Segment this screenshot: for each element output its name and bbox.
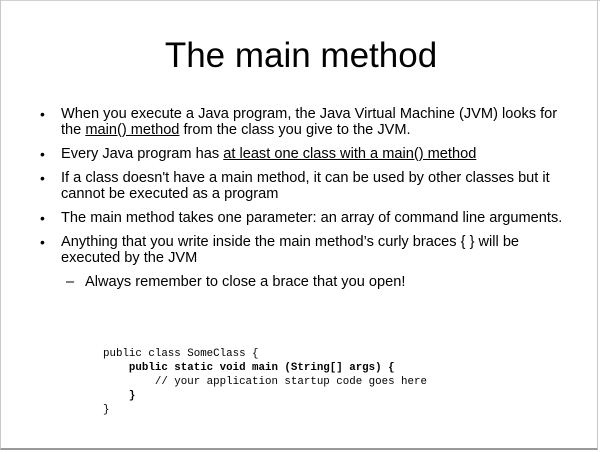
sub-bullet-item: Always remember to close a brace that yo… [61, 274, 567, 290]
slide: The main method When you execute a Java … [0, 0, 600, 450]
code-line: public class SomeClass { [103, 348, 259, 360]
bullet-item: Anything that you write inside the main … [37, 234, 567, 290]
top-border [1, 0, 600, 1]
code-comment-line: // your application startup code goes he… [103, 376, 427, 388]
underlined-text: main() method [85, 122, 180, 138]
code-block: public class SomeClass { public static v… [103, 347, 427, 417]
bullet-text: from the class you give to the JVM. [179, 122, 411, 138]
code-line: } [103, 404, 110, 416]
sub-bullet-text: Always remember to close a brace that yo… [85, 274, 406, 290]
code-line: public static void main (String[] args) … [103, 362, 395, 374]
bullet-text: If a class doesn't have a main method, i… [61, 170, 550, 202]
bullet-item: If a class doesn't have a main method, i… [37, 170, 567, 202]
bullet-item: When you execute a Java program, the Jav… [37, 106, 567, 138]
bullet-list: When you execute a Java program, the Jav… [37, 106, 567, 298]
bullet-item: Every Java program has at least one clas… [37, 146, 567, 162]
bullet-item: The main method takes one parameter: an … [37, 210, 567, 226]
bullet-text: Every Java program has [61, 146, 224, 162]
code-line: } [103, 390, 136, 402]
bullet-text: Anything that you write inside the main … [61, 234, 520, 266]
slide-title: The main method [164, 36, 438, 75]
bullet-text: The main method takes one parameter: an … [61, 210, 563, 226]
sub-bullet-list: Always remember to close a brace that yo… [61, 274, 567, 290]
underlined-text: at least one class with a main() method [223, 146, 477, 162]
